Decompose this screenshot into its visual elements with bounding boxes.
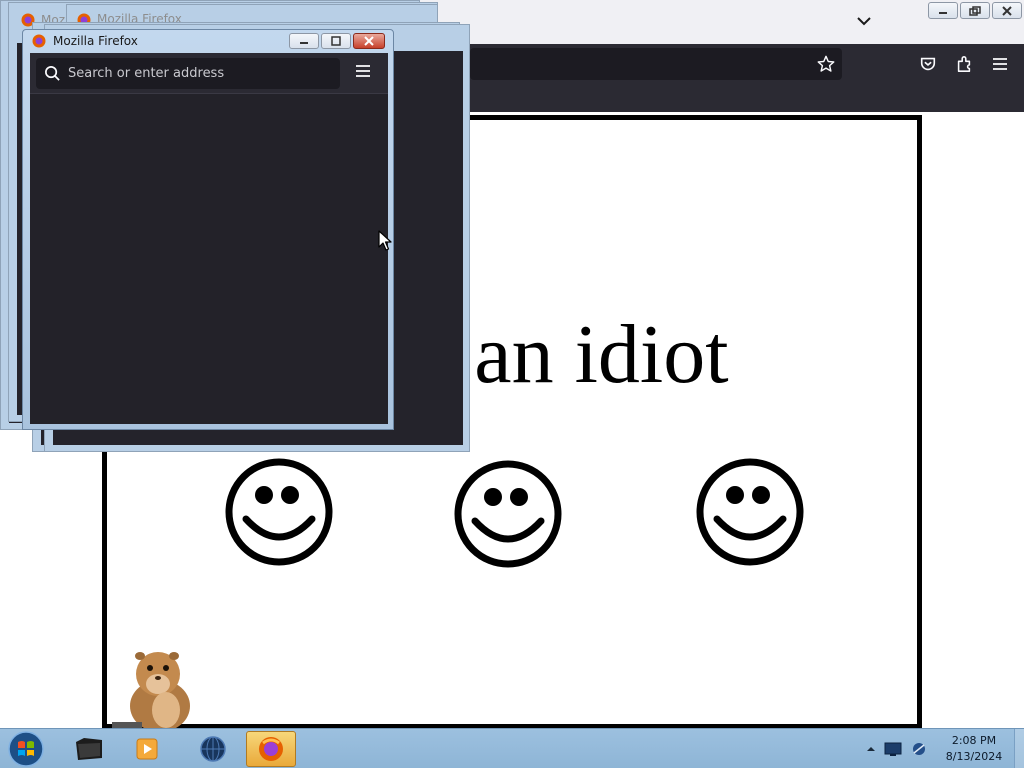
clock-date: 8/13/2024: [945, 750, 1003, 763]
minimize-icon: [939, 11, 947, 14]
popup-window[interactable]: Mozilla Firefox: [22, 29, 394, 430]
volume-icon[interactable]: [910, 741, 928, 757]
menu-icon: [993, 58, 1007, 70]
globe-icon: [200, 736, 226, 762]
taskbar-media-player-button[interactable]: [122, 731, 172, 767]
restore-button[interactable]: [960, 2, 990, 19]
bookmark-star-button[interactable]: [814, 52, 838, 76]
pocket-icon: [920, 57, 936, 71]
close-button[interactable]: [353, 33, 385, 49]
extensions-button[interactable]: [952, 52, 976, 76]
chevron-down-icon: [857, 17, 871, 26]
search-icon: [45, 66, 60, 81]
tab-list-button[interactable]: [852, 10, 876, 32]
menu-icon[interactable]: [354, 62, 372, 80]
windows-start-icon[interactable]: [6, 730, 46, 768]
taskbar: 2:08 PM 8/13/2024: [0, 728, 1024, 768]
popup-browser-body: [30, 53, 388, 424]
main-window-controls: [928, 2, 1022, 19]
firefox-logo-icon: [32, 34, 46, 48]
extensions-icon: [957, 56, 971, 72]
smiley-face-icon: [225, 458, 333, 566]
show-desktop-button[interactable]: [1014, 729, 1024, 768]
popup-address-bar[interactable]: [36, 58, 340, 89]
cursor-icon: [378, 230, 392, 251]
restore-icon: [969, 5, 981, 16]
system-tray: [866, 729, 928, 768]
pocket-button[interactable]: [916, 52, 940, 76]
smiley-face-icon: [454, 460, 562, 568]
close-icon: [364, 36, 374, 46]
taskbar-firefox-button[interactable]: [246, 731, 296, 767]
close-icon: [1002, 5, 1012, 16]
star-icon: [817, 55, 835, 72]
minimize-button[interactable]: [928, 2, 958, 19]
system-clock[interactable]: 2:08 PM 8/13/2024: [938, 733, 1010, 765]
minimize-button[interactable]: [289, 33, 319, 49]
main-address-bar[interactable]: [470, 48, 842, 80]
maximize-button[interactable]: [321, 33, 351, 49]
popup-page-content: [30, 94, 388, 424]
popup-window-title: Mozilla Firefox: [53, 34, 138, 48]
firefox-logo-icon: [259, 737, 283, 761]
taskbar-internet-button[interactable]: [188, 731, 238, 767]
smiley-face-icon: [696, 458, 804, 566]
app-menu-button[interactable]: [988, 52, 1012, 76]
minimize-icon: [300, 42, 308, 44]
page-headline: e an idiot: [466, 308, 729, 401]
popup-window-controls: [289, 33, 385, 49]
network-icon[interactable]: [884, 741, 902, 757]
folder-icon: [76, 738, 102, 760]
close-button[interactable]: [992, 2, 1022, 19]
hamster-image: [112, 652, 190, 730]
show-hidden-icons-icon[interactable]: [866, 745, 876, 753]
maximize-icon: [331, 36, 341, 46]
clock-time: 2:08 PM: [951, 734, 997, 747]
popup-address-input[interactable]: [68, 58, 328, 89]
media-player-icon: [136, 738, 158, 760]
taskbar-explorer-button[interactable]: [64, 731, 114, 767]
